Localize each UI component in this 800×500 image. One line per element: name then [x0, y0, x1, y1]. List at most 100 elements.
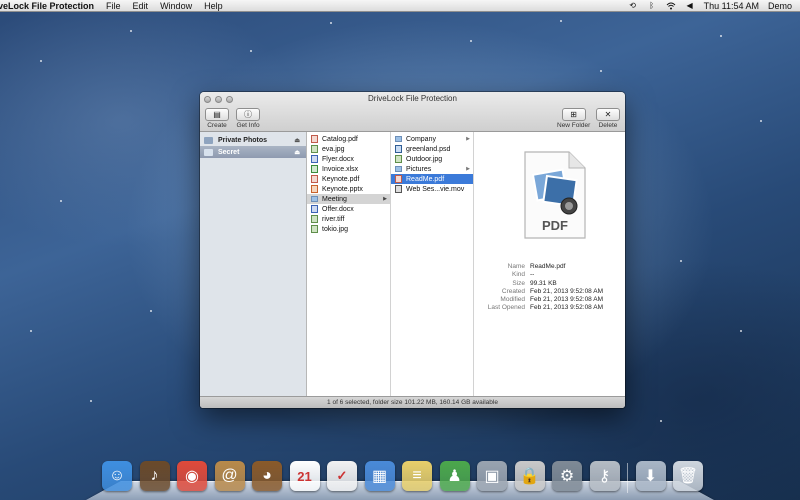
new-folder-label: New Folder — [557, 122, 591, 129]
clock[interactable]: Thu 11:54 AM — [704, 1, 759, 11]
info-row: Kind -- — [474, 271, 625, 279]
column1-row[interactable]: Invoice.xlsx — [307, 164, 390, 174]
info-row: Last Opened Feb 21, 2013 9:52:08 AM — [474, 304, 625, 312]
menu-bar: veLock File Protection File Edit Window … — [0, 0, 800, 12]
menu-edit[interactable]: Edit — [133, 1, 149, 11]
menu-help[interactable]: Help — [204, 1, 223, 11]
info-value: Feb 21, 2013 9:52:08 AM — [530, 296, 603, 304]
user-menu[interactable]: Demo — [768, 1, 792, 11]
owl-app-icon: ◕ — [252, 461, 282, 491]
column1-row[interactable]: Offer.docx — [307, 204, 390, 214]
folder-icon — [395, 166, 402, 172]
create-label: Create — [207, 122, 227, 129]
column2-row[interactable]: greenland.psd — [391, 144, 473, 154]
file-column-1: Catalog.pdf eva.jpg Flyer.docx Invoice.xlsx… — [307, 132, 391, 396]
dock-item[interactable]: ▣ — [475, 459, 509, 493]
delete-button[interactable]: ✕ Delete — [596, 108, 620, 129]
pdf-icon-label: PDF — [542, 218, 568, 233]
disclosure-arrow-icon: ▶ — [466, 136, 470, 142]
dock-item[interactable]: ♪ — [138, 459, 172, 493]
folder-icon — [204, 148, 213, 156]
dock-item[interactable]: ◕ — [250, 459, 284, 493]
info-value: Feb 21, 2013 9:52:08 AM — [530, 304, 603, 312]
finder-icon: ☺ — [102, 461, 132, 491]
dock-item[interactable]: 🔒 — [513, 459, 547, 493]
title-bar[interactable]: DriveLock File Protection ▤ Create ⓘ Get… — [200, 92, 625, 132]
stacks-app-icon: ▦ — [364, 461, 395, 491]
column1-row[interactable]: tokio.jpg — [307, 224, 390, 234]
downloads-stack-icon: ⬇ — [635, 461, 666, 491]
dock-item[interactable]: ▦ — [363, 459, 397, 493]
keychain-icon: ⚷ — [589, 461, 620, 491]
file-name: Catalog.pdf — [322, 135, 358, 143]
menu-window[interactable]: Window — [160, 1, 192, 11]
drivelock-icon: 🔒 — [514, 461, 545, 491]
eject-icon[interactable]: ⏏ — [294, 149, 300, 156]
create-button[interactable]: ▤ Create — [205, 108, 229, 129]
mov-file-icon — [395, 185, 402, 193]
dock-item[interactable]: ⬇ — [634, 459, 668, 493]
wifi-icon[interactable] — [666, 1, 676, 10]
file-name: tokio.jpg — [322, 225, 349, 233]
info-icon: ⓘ — [244, 110, 252, 119]
dock-item[interactable]: ✓ — [325, 459, 359, 493]
column1-row[interactable]: eva.jpg — [307, 144, 390, 154]
sidebar-item-secret[interactable]: Secret ⏏ — [200, 146, 306, 158]
column1-row[interactable]: river.tiff — [307, 214, 390, 224]
bluetooth-icon[interactable]: ᛒ — [647, 1, 657, 10]
doc-file-icon — [311, 155, 318, 163]
folder-icon — [311, 196, 318, 202]
xls-file-icon — [311, 165, 318, 173]
menu-file[interactable]: File — [106, 1, 121, 11]
img-file-icon — [395, 155, 402, 163]
disclosure-arrow-icon: ▶ — [383, 196, 387, 202]
pdf-file-icon — [311, 175, 318, 183]
reminders-icon: ✓ — [327, 461, 357, 491]
file-info: Name ReadMe.pdf Kind -- Size 99.31 KB Created F… — [474, 263, 625, 313]
info-key: Name — [507, 263, 525, 270]
file-name: river.tiff — [322, 215, 345, 223]
dock-item[interactable]: ⚙ — [550, 459, 584, 493]
get-info-button[interactable]: ⓘ Get Info — [236, 108, 260, 129]
dock-item[interactable]: ⚷ — [588, 459, 622, 493]
file-name: greenland.psd — [406, 145, 451, 153]
column2-row[interactable]: ReadMe.pdf — [391, 174, 473, 184]
file-name: eva.jpg — [322, 145, 345, 153]
address-book-icon: @ — [214, 461, 245, 491]
column2-row[interactable]: Company ▶ — [391, 134, 473, 144]
eject-icon[interactable]: ⏏ — [294, 137, 300, 144]
file-name: Flyer.docx — [322, 155, 354, 163]
info-value: Feb 21, 2013 9:52:08 AM — [530, 287, 603, 295]
dock-item[interactable]: ♟ — [438, 459, 472, 493]
dock-item[interactable]: ◉ — [175, 459, 209, 493]
file-name: Invoice.xlsx — [322, 165, 359, 173]
column1-row[interactable]: Keynote.pdf — [307, 174, 390, 184]
volume-icon[interactable]: ◀ — [685, 1, 695, 10]
file-name: Keynote.pptx — [322, 185, 363, 193]
column1-row[interactable]: Keynote.pptx — [307, 184, 390, 194]
psd-file-icon — [395, 145, 402, 153]
sidebar-item-private-photos[interactable]: Private Photos ⏏ — [200, 134, 306, 146]
new-folder-icon: ⊞ — [570, 110, 577, 119]
calendar-icon: 21 — [289, 461, 320, 491]
pdf-file-icon — [395, 175, 402, 183]
time-machine-icon[interactable]: ⟲ — [628, 1, 638, 10]
disclosure-arrow-icon: ▶ — [466, 166, 470, 172]
new-folder-button[interactable]: ⊞ New Folder — [557, 108, 590, 129]
dock-item[interactable]: ≡ — [400, 459, 434, 493]
ppt-file-icon — [311, 185, 318, 193]
app-menu[interactable]: veLock File Protection — [0, 1, 94, 11]
dock-item[interactable]: 🗑 — [671, 459, 705, 493]
dock-item[interactable]: 21 — [288, 459, 322, 493]
dock-item[interactable]: ☺ — [100, 459, 134, 493]
column2-row[interactable]: Web Ses...vie.mov — [391, 184, 473, 194]
column1-row[interactable]: Meeting ▶ — [307, 194, 390, 204]
file-name: Web Ses...vie.mov — [406, 185, 465, 193]
column2-row[interactable]: Pictures ▶ — [391, 164, 473, 174]
info-key: Kind — [511, 271, 525, 279]
column1-row[interactable]: Flyer.docx — [307, 154, 390, 164]
column2-row[interactable]: Outdoor.jpg — [391, 154, 473, 164]
dock-item[interactable]: @ — [213, 459, 247, 493]
column1-row[interactable]: Catalog.pdf — [307, 134, 390, 144]
create-icon: ▤ — [213, 110, 221, 119]
